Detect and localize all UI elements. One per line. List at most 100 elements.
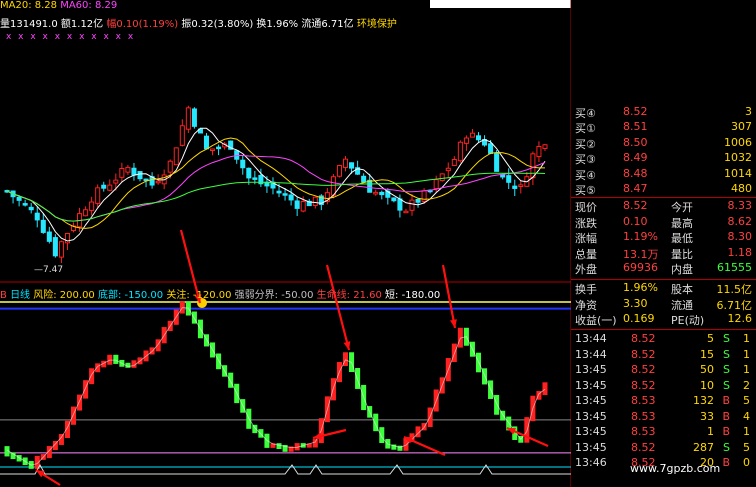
tick-row: 13:45 8.52 50 S 1 — [571, 363, 756, 379]
osc-bar — [83, 380, 89, 399]
bottom-label: 底部: -150.00 — [97, 290, 164, 301]
cell: 287 — [693, 440, 714, 454]
candle-up — [107, 184, 113, 191]
cell: 1.96% — [623, 281, 658, 294]
stock-chart[interactable]: 8.608.408.208.007.807.60—7.47200.00150.0… — [0, 0, 571, 487]
candle-up — [469, 132, 475, 138]
cell: 13:44 — [575, 347, 607, 361]
candle-up — [530, 153, 536, 179]
cell: 3.30 — [623, 296, 648, 310]
cell: 8.52 — [631, 440, 656, 454]
cell: 收益(一) — [575, 314, 617, 327]
candle-down — [397, 198, 403, 211]
candle-down — [234, 150, 240, 160]
cell: 内盘 — [671, 263, 693, 276]
cell: 8.52 — [623, 105, 648, 118]
volume-text: 量131491.0 — [0, 19, 58, 30]
osc-bar — [252, 424, 258, 434]
ma60-label: MA60: 8.29 — [60, 0, 118, 11]
candle-up — [312, 196, 318, 206]
candle-up — [210, 148, 216, 151]
candle-up — [421, 190, 427, 202]
cell: 8.52 — [631, 378, 656, 392]
osc-bar — [113, 354, 119, 364]
candle-down — [512, 185, 518, 189]
ask-row: 买④ 8.52 3 — [571, 105, 756, 121]
bid-row: 买④ 8.48 1014 — [571, 167, 756, 183]
tick-row: 13:45 8.52 287 S 5 — [571, 441, 756, 457]
candle-down — [288, 194, 294, 201]
cell: 买③ — [575, 153, 596, 166]
sector-tag[interactable]: 环境保护 — [357, 19, 397, 30]
candle-up — [336, 165, 342, 177]
candle-up — [433, 179, 439, 190]
turnover-text: 换1.96% — [256, 19, 299, 30]
candle-up — [439, 173, 445, 182]
stat-row: 涨跌 0.10 最高 8.62 — [571, 215, 756, 231]
candle-up — [518, 184, 524, 188]
life-label: 生命线: 21.60 — [316, 290, 382, 301]
float-text: 流通6.71亿 — [301, 19, 354, 30]
candle-down — [137, 171, 143, 180]
tick-row: 13:45 8.52 10 S 2 — [571, 379, 756, 395]
annotation-arrow — [441, 264, 457, 329]
cell: 8.49 — [623, 151, 648, 164]
signal-markers: x x x x x x x x x x x — [6, 32, 136, 42]
cell: 10 — [700, 378, 714, 392]
cell: 现价 — [575, 201, 597, 214]
cell: 8.48 — [623, 166, 648, 180]
cell: 6.71亿 — [716, 298, 753, 312]
candle-down — [415, 198, 421, 203]
cell: S — [723, 440, 730, 454]
cell: 1.18 — [727, 245, 753, 259]
cell: 13:45 — [575, 394, 607, 407]
cell: B — [722, 409, 730, 423]
candle-down — [276, 190, 282, 194]
cell: S — [723, 332, 730, 345]
candle-up — [457, 141, 463, 162]
candle-up — [125, 166, 131, 173]
cell: 13:45 — [575, 363, 607, 376]
cell: 8.52 — [631, 332, 656, 345]
candle-down — [22, 203, 28, 206]
osc-bar — [216, 353, 222, 370]
candle-down — [475, 135, 482, 141]
cell: 换手 — [575, 283, 597, 296]
cell: 1 — [743, 425, 750, 438]
candle-down — [349, 162, 355, 169]
candle-up — [342, 158, 349, 168]
cell: 8.33 — [727, 199, 753, 212]
candle-up — [463, 137, 469, 144]
cell: 0 — [743, 456, 750, 469]
candle-up — [542, 144, 548, 149]
cell: 8.62 — [727, 214, 753, 228]
cell: 8.53 — [631, 409, 656, 423]
amount-text: 额1.12亿 — [60, 19, 104, 30]
cell: 33 — [700, 409, 714, 423]
annotation-arrow — [325, 264, 351, 351]
bid-row: 买③ 8.49 1032 — [571, 151, 756, 167]
cell: 涨跌 — [575, 216, 597, 230]
cell: 13:45 — [575, 378, 607, 392]
stat-row: 涨幅 1.19% 最低 8.30 — [571, 230, 756, 246]
cell: 买① — [575, 122, 596, 135]
cell: 8.47 — [623, 182, 648, 195]
cell: 今开 — [671, 201, 693, 214]
low-price-label: —7.47 — [34, 265, 63, 275]
candle-up — [89, 201, 95, 211]
risk-label: 风险: 200.00 — [33, 290, 95, 301]
tick-row: 13:45 8.53 132 B 5 — [571, 394, 756, 410]
candle-down — [16, 196, 22, 201]
indicator-legend: B 日线 风险: 200.00 底部: -150.00 关注: -120.00 … — [0, 286, 440, 301]
cell: B — [722, 456, 730, 469]
cell: 买② — [575, 137, 596, 151]
focus-label: 关注: -120.00 — [166, 290, 232, 301]
candle-up — [95, 187, 101, 204]
cell: 1032 — [724, 151, 752, 164]
candle-up — [409, 199, 415, 211]
cell: 8.53 — [631, 425, 656, 438]
cell: 8.30 — [727, 230, 753, 243]
cell: 涨幅 — [575, 232, 597, 245]
cell: 8.53 — [631, 394, 656, 407]
candle-down — [367, 179, 373, 193]
